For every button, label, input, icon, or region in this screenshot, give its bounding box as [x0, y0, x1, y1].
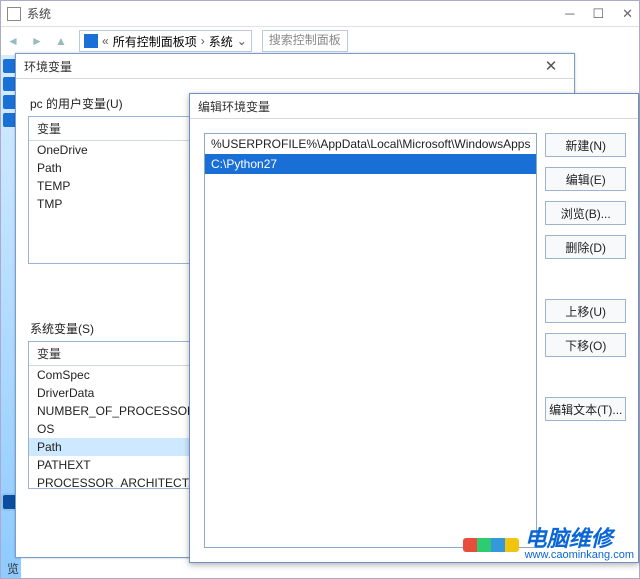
move-down-button[interactable]: 下移(O) [545, 333, 626, 357]
button-column: 新建(N) 编辑(E) 浏览(B)... 删除(D) 上移(U) 下移(O) 编… [545, 119, 638, 562]
up-arrow-icon[interactable]: ▲ [55, 34, 69, 48]
search-input[interactable]: 搜索控制面板 [262, 30, 348, 52]
edit-env-dialog: 编辑环境变量 %USERPROFILE%\AppData\Local\Micro… [189, 93, 639, 563]
close-icon[interactable]: ✕ [536, 57, 566, 75]
path-entries-list[interactable]: %USERPROFILE%\AppData\Local\Microsoft\Wi… [204, 133, 537, 548]
system-title: 系统 [27, 5, 51, 22]
env-title: 环境变量 [24, 58, 72, 75]
close-button[interactable]: ✕ [622, 6, 633, 22]
env-titlebar: 环境变量 ✕ [16, 54, 574, 79]
chevron-right-icon: › [201, 34, 205, 48]
new-button[interactable]: 新建(N) [545, 133, 626, 157]
list-item-selected[interactable]: C:\Python27 [205, 154, 536, 174]
forward-arrow-icon[interactable]: ► [31, 34, 45, 48]
status-bar: 览 [1, 558, 25, 578]
breadcrumb[interactable]: « 所有控制面板项 › 系统 ⌄ [79, 30, 252, 52]
delete-button[interactable]: 删除(D) [545, 235, 626, 259]
nav-bar: ◄ ► ▲ « 所有控制面板项 › 系统 ⌄ 搜索控制面板 [1, 27, 639, 55]
chevron-down-icon[interactable]: ⌄ [237, 34, 247, 48]
edit-titlebar: 编辑环境变量 [190, 94, 638, 119]
back-arrow-icon[interactable]: ◄ [7, 34, 21, 48]
chevron-right-icon: « [102, 34, 109, 48]
system-titlebar: 系统 ─ ☐ ✕ [1, 1, 639, 27]
system-icon [7, 7, 21, 21]
list-item[interactable]: %USERPROFILE%\AppData\Local\Microsoft\Wi… [205, 134, 536, 154]
edit-text-button[interactable]: 编辑文本(T)... [545, 397, 626, 421]
edit-button[interactable]: 编辑(E) [545, 167, 626, 191]
edit-title: 编辑环境变量 [198, 98, 270, 115]
browse-button[interactable]: 浏览(B)... [545, 201, 626, 225]
window-buttons: ─ ☐ ✕ [565, 6, 633, 22]
minimize-button[interactable]: ─ [565, 6, 574, 22]
maximize-button[interactable]: ☐ [592, 6, 604, 22]
control-panel-icon [84, 34, 98, 48]
crumb-item[interactable]: 所有控制面板项 [113, 33, 197, 50]
crumb-item[interactable]: 系统 [209, 33, 233, 50]
move-up-button[interactable]: 上移(U) [545, 299, 626, 323]
